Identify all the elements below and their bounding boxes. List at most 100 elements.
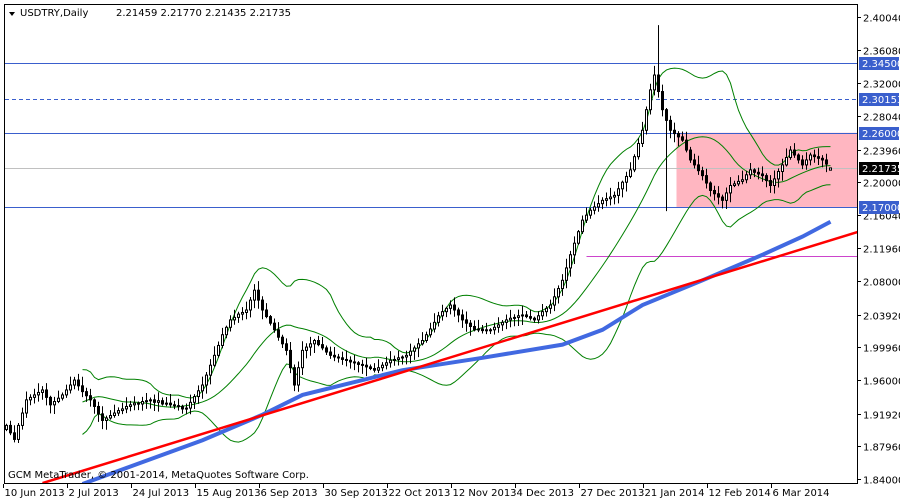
- candle: [541, 304, 544, 320]
- candle-body: [129, 404, 132, 407]
- candle: [205, 371, 208, 394]
- candle: [197, 385, 200, 404]
- x-tick-label: 6 Mar 2014: [773, 488, 830, 499]
- candle-body: [193, 396, 196, 403]
- candle-body: [745, 174, 748, 181]
- candle: [345, 350, 348, 367]
- candle: [409, 343, 412, 364]
- candle: [209, 359, 212, 385]
- candle-body: [553, 296, 556, 306]
- candle-body: [661, 91, 664, 111]
- candle-body: [377, 367, 380, 371]
- candle-body: [397, 357, 400, 360]
- triangle-down-icon[interactable]: [9, 12, 15, 16]
- candle: [669, 115, 672, 139]
- candle-body: [229, 319, 232, 328]
- trend-layer: [42, 220, 857, 483]
- candle-body: [469, 322, 472, 327]
- candle-body: [365, 364, 368, 368]
- candle-body: [65, 389, 68, 396]
- candle-body: [749, 169, 752, 176]
- candle-body: [385, 362, 388, 366]
- candle: [9, 420, 12, 436]
- candle-body: [349, 359, 352, 363]
- candle-body: [665, 109, 668, 121]
- candle: [597, 195, 600, 212]
- candle-body: [497, 324, 500, 328]
- candle-body: [809, 154, 812, 161]
- candle-body: [333, 354, 336, 358]
- candle-body: [153, 399, 156, 403]
- candle: [89, 388, 92, 407]
- y-tick-label: 2.28040: [863, 113, 900, 124]
- candle-body: [701, 170, 704, 177]
- candle-body: [309, 343, 312, 348]
- candle-body: [629, 169, 632, 177]
- candle: [553, 288, 556, 312]
- candle-body: [161, 400, 164, 405]
- candle-body: [485, 329, 488, 332]
- candle-body: [445, 307, 448, 313]
- candle-body: [721, 196, 724, 201]
- candle-body: [481, 328, 484, 332]
- candle-body: [261, 299, 264, 311]
- candle: [309, 336, 312, 356]
- candle-body: [305, 346, 308, 351]
- candle-body: [549, 304, 552, 309]
- y-tick-label: 2.23960: [863, 147, 900, 158]
- candle-body: [533, 317, 536, 321]
- candle-body: [785, 156, 788, 166]
- candle: [13, 425, 16, 443]
- candle-body: [245, 309, 248, 313]
- candle-body: [717, 193, 720, 198]
- y-tick-label: 2.32000: [863, 80, 900, 91]
- candle: [665, 108, 668, 212]
- candle-body: [601, 199, 604, 205]
- candle-body: [429, 328, 432, 336]
- candle-body: [409, 350, 412, 356]
- candle: [421, 332, 424, 346]
- candle: [417, 338, 420, 358]
- candle: [133, 396, 136, 411]
- candle: [97, 401, 100, 422]
- time-axis[interactable]: 10 Jun 2013 2 Jul 2013 24 Jul 2013 15 Aug 2…: [3, 484, 830, 499]
- candle: [453, 297, 456, 317]
- candle-body: [525, 314, 528, 318]
- candle-body: [817, 156, 820, 159]
- level-price-tag: 2.17000: [862, 203, 900, 214]
- x-tick-label: 24 Jul 2013: [133, 488, 190, 499]
- candle: [537, 311, 540, 324]
- candle-body: [109, 415, 112, 419]
- candle-body: [285, 343, 288, 351]
- candle-body: [765, 175, 768, 182]
- candle-body: [733, 183, 736, 187]
- candle: [117, 407, 120, 416]
- candle-body: [345, 358, 348, 361]
- candle-body: [117, 410, 120, 414]
- candle-body: [489, 329, 492, 332]
- candle-body: [113, 412, 116, 417]
- candle: [673, 122, 676, 143]
- candle: [165, 397, 168, 407]
- candle: [5, 423, 8, 432]
- candle: [657, 25, 660, 98]
- y-tick-label: 2.11960: [863, 245, 900, 256]
- candle-body: [797, 154, 800, 161]
- candle-body: [73, 379, 76, 386]
- candle: [173, 400, 176, 410]
- candle-body: [781, 164, 784, 172]
- candle: [489, 328, 492, 334]
- price-axis[interactable]: 2.40040 2.36080 2.32000 2.28040 2.23960 2.200…: [857, 14, 900, 487]
- candle: [505, 314, 508, 330]
- price-chart[interactable]: 2.40040 2.36080 2.32000 2.28040 2.23960 2.200…: [0, 0, 900, 500]
- candles-layer: [5, 25, 832, 443]
- candle: [33, 388, 36, 404]
- candle-body: [681, 136, 684, 141]
- candle: [561, 274, 564, 296]
- candle-body: [569, 254, 572, 269]
- candle: [277, 322, 280, 341]
- candle-body: [581, 219, 584, 233]
- candle-body: [41, 389, 44, 393]
- candle: [437, 311, 440, 327]
- candle: [593, 201, 596, 215]
